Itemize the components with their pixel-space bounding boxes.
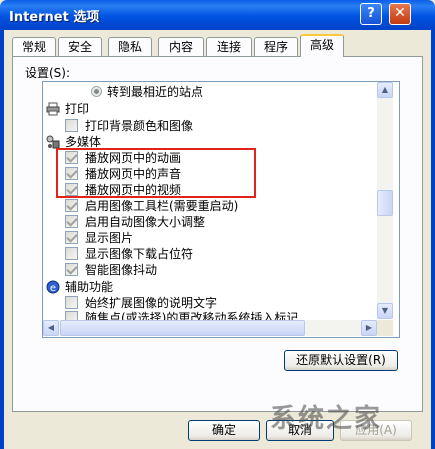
multimedia-icon	[46, 135, 60, 149]
vertical-scroll-thumb[interactable]	[377, 190, 393, 216]
scroll-down-button[interactable]: ▼	[377, 303, 393, 319]
checkbox-unchecked[interactable]	[65, 119, 78, 132]
list-item-label: 播放网页中的动画	[85, 151, 182, 165]
tab-advanced[interactable]: 高级	[300, 34, 344, 57]
list-item-label: 打印背景颜色和图像	[85, 119, 194, 133]
svg-text:e: e	[50, 283, 56, 294]
printer-icon	[46, 102, 60, 116]
scrollbar-corner	[377, 320, 393, 336]
list-item-label: 启用图像工具栏(需要重启动)	[85, 199, 239, 213]
accessibility-icon: e	[46, 280, 60, 294]
list-item-label: 启用自动图像大小调整	[85, 215, 206, 229]
scroll-left-button[interactable]: ◀	[43, 320, 59, 336]
tab-privacy[interactable]: 隐私	[108, 37, 152, 56]
scroll-right-button[interactable]: ▶	[361, 320, 377, 336]
checkbox-checked[interactable]	[65, 183, 78, 196]
checkbox-unchecked[interactable]	[65, 247, 78, 260]
settings-label: 设置(S):	[25, 66, 71, 80]
window-border-right	[431, 30, 435, 449]
list-item-label: 播放网页中的视频	[85, 183, 182, 197]
ok-button[interactable]: 确定	[188, 420, 260, 441]
tab-content[interactable]: 内容	[158, 37, 204, 56]
restore-defaults-button[interactable]: 还原默认设置(R)	[284, 350, 398, 371]
list-category-label: 辅助功能	[65, 280, 114, 294]
tab-security[interactable]: 安全	[58, 37, 102, 56]
scroll-up-button[interactable]: ▲	[377, 82, 393, 98]
window-title: Internet 选项	[9, 10, 100, 25]
apply-button[interactable]: 应用(A)	[340, 420, 412, 441]
checkbox-unchecked[interactable]	[65, 296, 78, 309]
radio-icon	[91, 86, 102, 97]
checkbox-checked[interactable]	[65, 151, 78, 164]
list-item-label: 显示图片	[85, 231, 134, 245]
settings-list[interactable]: 转到最相近的站点 打印 打印背景颜色和图像 多媒体 播放网页中的动画 播放网页中…	[42, 81, 400, 338]
list-category-label: 打印	[65, 102, 90, 116]
list-item-label: 播放网页中的声音	[85, 167, 182, 181]
tab-general[interactable]: 常规	[12, 37, 56, 56]
window-border-left	[0, 30, 4, 449]
list-item-label: 显示图像下载占位符	[85, 247, 194, 261]
tab-programs[interactable]: 程序	[254, 37, 298, 56]
checkbox-checked[interactable]	[65, 263, 78, 276]
checkbox-checked[interactable]	[65, 167, 78, 180]
horizontal-scrollbar[interactable]: ◀ ▶	[43, 320, 377, 336]
list-item-label: 智能图像抖动	[85, 263, 158, 277]
checkbox-checked[interactable]	[65, 199, 78, 212]
cancel-button[interactable]: 取消	[266, 420, 334, 441]
list-item-label: 转到最相近的站点	[107, 85, 204, 99]
tab-connections[interactable]: 连接	[206, 37, 252, 56]
horizontal-scroll-thumb[interactable]	[60, 320, 305, 336]
title-bar[interactable]: Internet 选项 ? ✕	[0, 0, 435, 30]
vertical-scrollbar[interactable]: ▲ ▼	[377, 82, 393, 319]
close-button[interactable]: ✕	[389, 3, 411, 25]
checkbox-checked[interactable]	[65, 231, 78, 244]
checkbox-checked[interactable]	[65, 215, 78, 228]
list-category-label: 多媒体	[65, 135, 102, 149]
list-item-label: 始终扩展图像的说明文字	[85, 296, 218, 310]
help-button[interactable]: ?	[360, 3, 382, 25]
